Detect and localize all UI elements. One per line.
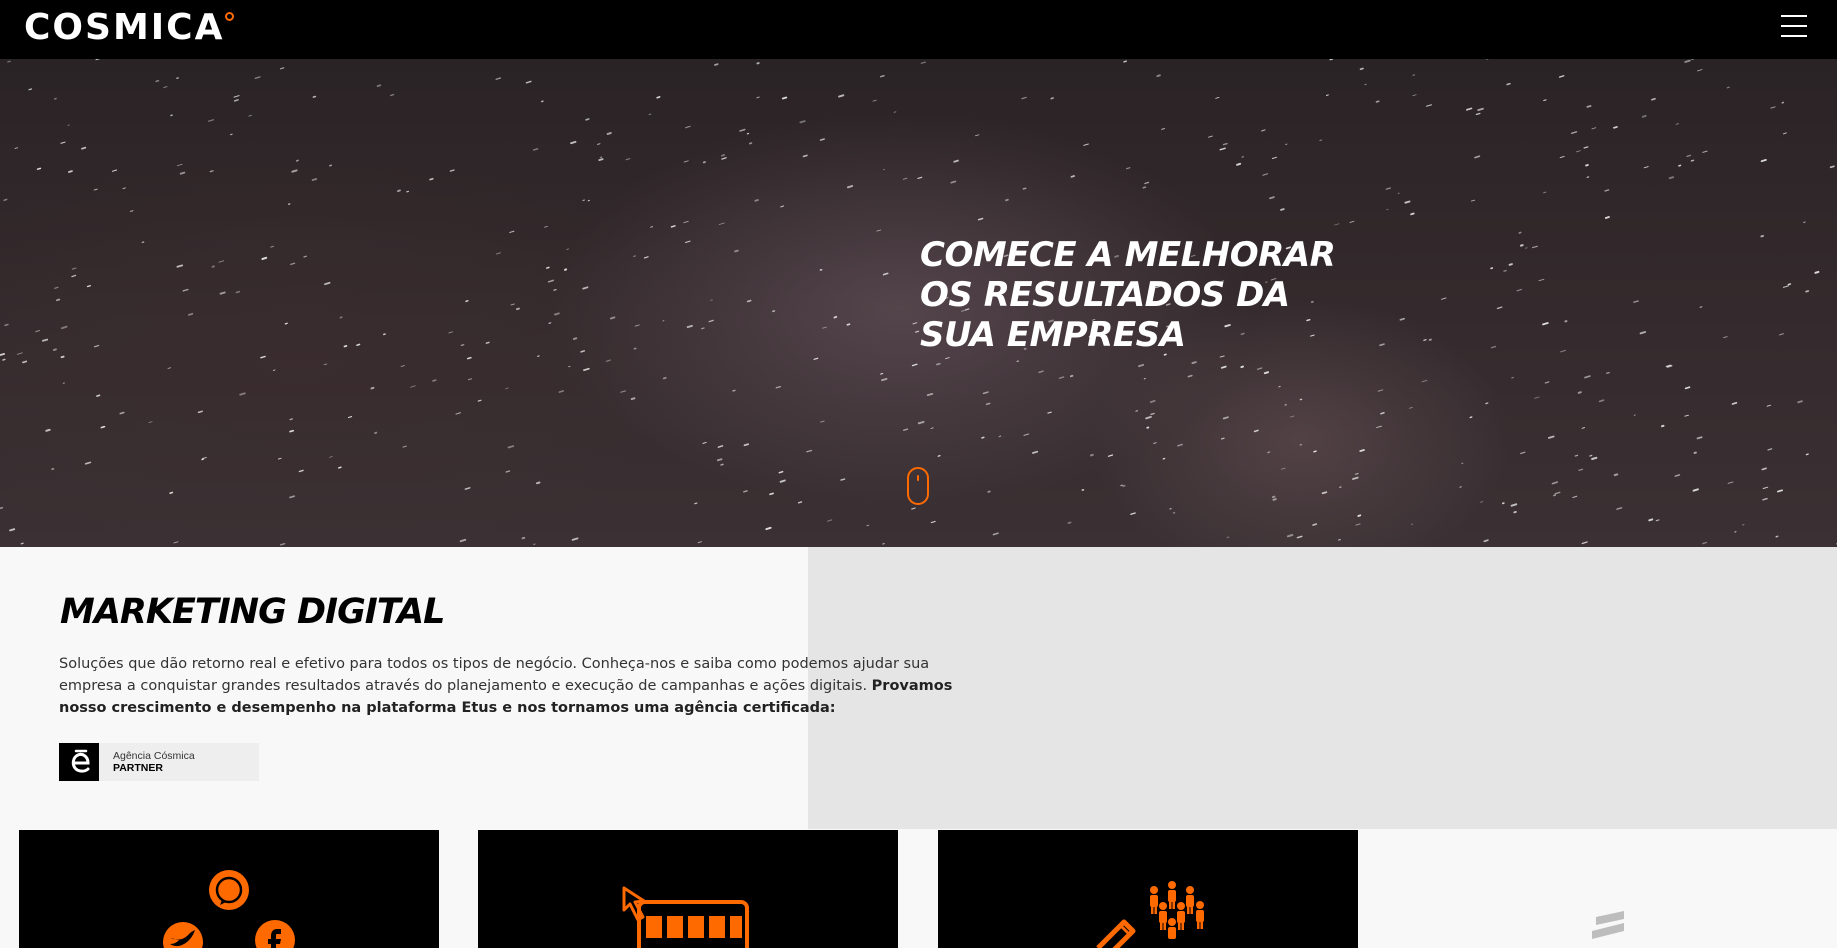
etus-partner-badge[interactable]: Agência Cósmica PARTNER (59, 743, 259, 781)
people-target-icon (1096, 881, 1204, 948)
mouse-scroll-icon[interactable] (907, 467, 929, 505)
hero-title: COMECE A MELHORAR OS RESULTADOS DA SUA E… (920, 235, 1350, 355)
logo-dot-icon (225, 12, 235, 21)
hero-title-line-1: COMECE A MELHORAR (920, 235, 1336, 275)
service-card-audience[interactable] (938, 830, 1358, 948)
hero-title-line-2: OS RESULTADOS DA (920, 275, 1290, 315)
section-description-text: Soluções que dão retorno real e efetivo … (59, 656, 930, 694)
top-navigation-bar: COSMICA (0, 0, 1837, 59)
social-media-icons (163, 870, 295, 948)
cosmica-logo[interactable]: COSMICA (24, 7, 235, 48)
service-card-planning[interactable] (478, 830, 898, 948)
hamburger-menu-icon[interactable] (1781, 15, 1807, 39)
vertical-decoration (1592, 911, 1624, 939)
service-card-social-media[interactable] (19, 830, 439, 948)
hero-title-line-3: SUA EMPRESA (920, 315, 1186, 355)
logo-text: COSMICA (24, 7, 225, 48)
calendar-click-icon (622, 886, 749, 948)
hero-banner: COMECE A MELHORAR OS RESULTADOS DA SUA E… (0, 59, 1837, 547)
badge-agency-name: Agência Cósmica (113, 750, 195, 762)
badge-partner-label: PARTNER (113, 762, 163, 774)
section-title: MARKETING DIGITAL (60, 592, 445, 632)
marketing-digital-section: MARKETING DIGITAL Soluções que dão retor… (0, 547, 1837, 948)
section-description: Soluções que dão retorno real e efetivo … (59, 653, 994, 719)
etus-logo-icon (59, 743, 103, 781)
